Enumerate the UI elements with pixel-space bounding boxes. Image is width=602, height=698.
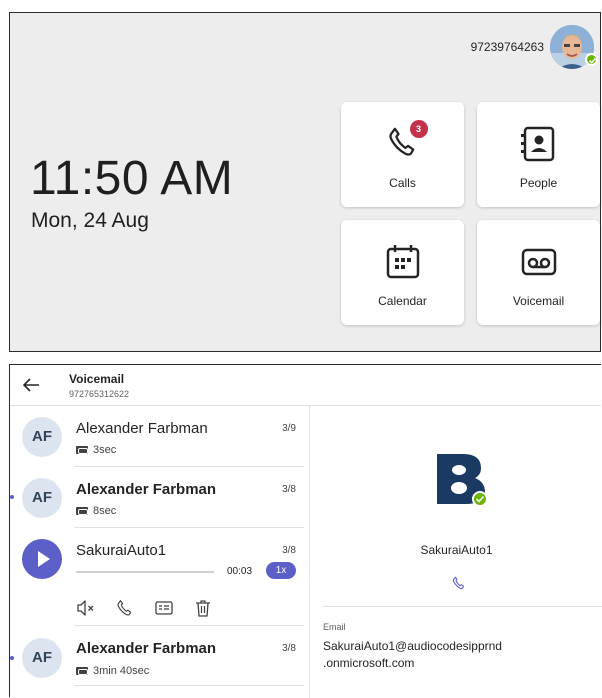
contact-name: SakuraiAuto1	[420, 543, 493, 557]
divider	[74, 685, 304, 686]
email-label: Email	[323, 622, 346, 632]
play-button[interactable]	[22, 539, 62, 579]
playback-speed-button[interactable]: 1x	[266, 562, 296, 579]
calendar-icon	[381, 242, 425, 286]
duration-text: 8sec	[93, 505, 117, 517]
email-value[interactable]: SakuraiAuto1@audiocodesipprnd .onmicroso…	[323, 638, 593, 672]
contact-logo-icon	[431, 448, 488, 507]
voicemail-icon	[76, 667, 88, 675]
avatar: AF	[22, 417, 62, 457]
tile-calendar[interactable]: Calendar	[341, 220, 464, 325]
tile-voicemail[interactable]: Voicemail	[477, 220, 600, 325]
unread-indicator	[10, 656, 14, 660]
list-item-playing[interactable]: SakuraiAuto1 3/8 00:03 1x	[10, 528, 310, 626]
tile-people[interactable]: People	[477, 102, 600, 207]
voicemail-header: Voicemail 972765312622	[10, 365, 601, 406]
playback-time: 00:03	[227, 566, 253, 577]
voicemail-icon	[76, 446, 88, 454]
duration-text: 3sec	[93, 444, 117, 456]
duration: 3sec	[76, 444, 116, 456]
unread-indicator	[10, 495, 14, 499]
presence-available-icon	[585, 53, 598, 66]
avatar: AF	[22, 638, 62, 678]
mute-icon[interactable]	[76, 598, 96, 618]
player-actions	[76, 598, 213, 618]
account-number: 97239764263	[470, 40, 544, 54]
divider	[323, 606, 602, 607]
duration: 3min 40sec	[76, 665, 149, 677]
list-item[interactable]: AF Alexander Farbman 3min 40sec 3/8	[10, 626, 310, 686]
account-area[interactable]: 97239764263	[470, 25, 598, 69]
playback-progress[interactable]	[76, 571, 214, 573]
tile-calls-label: Calls	[389, 176, 416, 190]
list-item[interactable]: AF Alexander Farbman 8sec 3/8	[10, 467, 310, 528]
caller-name: Alexander Farbman	[76, 481, 217, 498]
voicemail-number: 972765312622	[69, 389, 130, 399]
voicemail-date: 3/8	[282, 643, 296, 654]
list-item[interactable]: AF Alexander Farbman 3sec 3/9	[10, 406, 310, 467]
caller-name: SakuraiAuto1	[76, 542, 167, 559]
contact-card-icon	[517, 124, 561, 168]
tile-voicemail-label: Voicemail	[512, 294, 565, 308]
back-arrow-icon[interactable]	[20, 374, 44, 396]
home-screen: 97239764263 11:50 AM Mon, 24 Aug 3 Calls	[9, 12, 601, 352]
caller-name: Alexander Farbman	[76, 420, 208, 437]
voicemail-date: 3/9	[282, 423, 296, 434]
contact-detail-pane: SakuraiAuto1 Email SakuraiAuto1@audiocod…	[311, 406, 602, 698]
voicemail-list: AF Alexander Farbman 3sec 3/9 AF Alexand…	[10, 406, 310, 698]
call-icon[interactable]	[115, 598, 135, 618]
delete-icon[interactable]	[193, 598, 213, 618]
email-line-1: SakuraiAuto1@audiocodesipprnd	[323, 639, 502, 653]
duration-text: 3min 40sec	[93, 665, 150, 677]
contact-card-icon[interactable]	[154, 598, 174, 618]
voicemail-screen: Voicemail 972765312622 AF Alexander Farb…	[9, 364, 602, 698]
voicemail-date: 3/8	[282, 484, 296, 495]
caller-name: Alexander Farbman	[76, 640, 217, 657]
tile-calls[interactable]: 3 Calls	[341, 102, 464, 207]
missed-calls-badge: 3	[409, 120, 428, 138]
clock-time: 11:50 AM	[30, 152, 234, 205]
voicemail-icon	[76, 507, 88, 515]
voicemail-icon	[517, 242, 561, 286]
clock-date: Mon, 24 Aug	[31, 209, 149, 232]
phone-icon: 3	[381, 120, 428, 168]
tile-calendar-label: Calendar	[378, 294, 427, 308]
duration: 8sec	[76, 505, 116, 517]
email-line-2: .onmicrosoft.com	[323, 656, 415, 670]
tile-people-label: People	[519, 176, 558, 190]
avatar: AF	[22, 478, 62, 518]
call-icon[interactable]	[451, 575, 467, 591]
page-title: Voicemail	[69, 372, 125, 386]
voicemail-date: 3/8	[282, 545, 296, 556]
